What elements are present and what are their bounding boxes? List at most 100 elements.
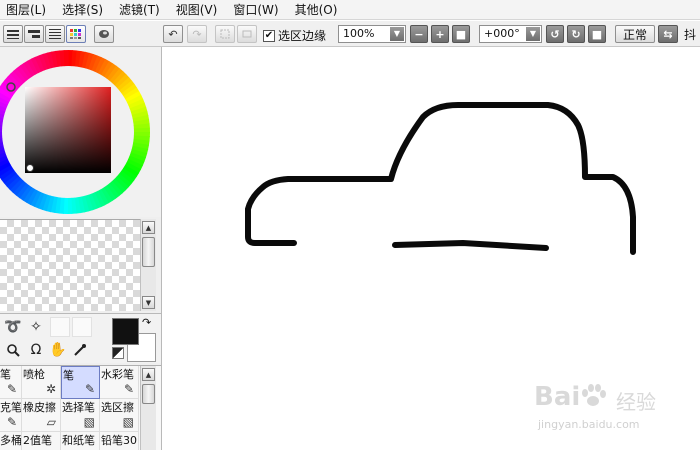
- list-icon: [28, 30, 40, 38]
- brush-tool[interactable]: 克笔 ✎: [0, 399, 22, 432]
- checkbox[interactable]: ✔: [263, 29, 275, 42]
- rotate-left-button[interactable]: ↺: [546, 25, 564, 43]
- menu-view[interactable]: 视图(V): [170, 0, 228, 20]
- brush-label: 铅笔30: [101, 434, 137, 447]
- rotate-icon[interactable]: Ω: [25, 339, 47, 361]
- color-wheel[interactable]: [0, 47, 162, 217]
- reset-colors-icon[interactable]: [112, 347, 124, 359]
- layer-scrollbar[interactable]: ▲ ▼: [140, 219, 156, 311]
- hand-icon[interactable]: ✋: [47, 339, 69, 361]
- paw-icon: [582, 384, 607, 406]
- brush-label: 选区擦: [101, 401, 134, 414]
- watermark-url: jingyan.baidu.com: [538, 418, 640, 431]
- watermark: Bai 经验 jingyan.baidu.com: [534, 372, 694, 442]
- flip-button[interactable]: ⇆: [658, 25, 678, 43]
- brush-tool[interactable]: 笔 ✎: [0, 366, 22, 399]
- brush-label: 克笔: [0, 401, 22, 414]
- brush-tool[interactable]: 多桶◢: [0, 432, 22, 450]
- empty-tool-slot: [72, 317, 92, 337]
- color-cursor[interactable]: [26, 164, 34, 172]
- view-mode-1-button[interactable]: [3, 25, 23, 43]
- redo-button[interactable]: ↷: [187, 25, 207, 43]
- car-body-stroke: [245, 102, 636, 255]
- brush-tool[interactable]: 喷枪 ✲: [22, 366, 61, 399]
- car-bottom-stroke: [392, 239, 549, 251]
- zoom-out-button[interactable]: −: [410, 25, 428, 43]
- brush-icon: ✎: [6, 382, 17, 396]
- zoom-select[interactable]: 100% ▼: [338, 25, 406, 43]
- rotate-reset-button[interactable]: ■: [588, 25, 606, 43]
- menu-layer[interactable]: 图层(L): [0, 0, 56, 20]
- brush-tool[interactable]: 橡皮擦 ▱: [22, 399, 61, 432]
- brush-icon: ▧: [83, 415, 95, 429]
- show-selection-edge-label: 选区边缘: [278, 29, 327, 43]
- rotation-select[interactable]: +000° ▼: [479, 25, 542, 43]
- brush-tool[interactable]: 铅笔30✎: [100, 432, 139, 450]
- blend-mode-button[interactable]: 正常: [615, 25, 655, 43]
- scroll-thumb[interactable]: [142, 237, 155, 267]
- invert-selection-icon: [242, 30, 252, 38]
- invert-selection-button[interactable]: [237, 25, 257, 43]
- deselect-icon: [220, 29, 230, 39]
- view-mode-2-button[interactable]: [24, 25, 44, 43]
- brush-tool[interactable]: 和纸笔✎: [61, 432, 100, 450]
- watermark-text: 经验: [616, 390, 656, 414]
- swap-colors-icon[interactable]: ↷: [142, 316, 151, 329]
- brush-label: 橡皮擦: [23, 401, 56, 414]
- color-blob-icon: [99, 30, 109, 38]
- brush-label: 笔: [63, 369, 74, 382]
- brush-label: 水彩笔: [101, 368, 134, 381]
- left-panel: ▲ ▼ ➰ ✧ Ω ✋ ↷ 笔 ✎ 喷枪 ✲ 笔 ✎ 水彩笔 ✎ 克笔 ✎ 橡皮擦 ▱ 选择笔 ▧ 选区擦 ▧…: [0, 47, 162, 450]
- eyedropper-icon[interactable]: [69, 339, 91, 361]
- view-mode-scratch-button[interactable]: [94, 25, 114, 43]
- undo-button[interactable]: ↶: [163, 25, 183, 43]
- brush-icon: ✎: [123, 382, 134, 396]
- brush-tool[interactable]: 选区擦 ▧: [100, 399, 139, 432]
- empty-tool-slot: [50, 317, 70, 337]
- layer-preview-area[interactable]: [0, 219, 140, 311]
- toolbar: ↶ ↷ ✔ 选区边缘 100% ▼ − + ■ +000° ▼ ↺ ↻ ■ 正常…: [0, 21, 700, 47]
- brush-icon: ▧: [122, 415, 134, 429]
- lasso-icon[interactable]: ➰: [2, 316, 24, 338]
- menu-other[interactable]: 其他(O): [289, 0, 348, 20]
- brush-tool[interactable]: 2值笔✎: [22, 432, 61, 450]
- zoom-value: 100%: [343, 27, 375, 40]
- brush-label: 笔: [0, 368, 11, 381]
- chevron-down-icon: ▼: [526, 27, 540, 41]
- rotate-right-button[interactable]: ↻: [567, 25, 585, 43]
- brush-tool[interactable]: 选择笔 ▧: [61, 399, 100, 432]
- show-selection-edge-toggle[interactable]: ✔ 选区边缘: [263, 27, 326, 44]
- zoom-reset-button[interactable]: ■: [452, 25, 470, 43]
- zoom-in-button[interactable]: +: [431, 25, 449, 43]
- brush-scrollbar[interactable]: ▲: [140, 366, 156, 450]
- view-mode-palette-button[interactable]: [66, 25, 86, 43]
- scroll-down-icon[interactable]: ▼: [142, 296, 155, 309]
- brush-icon: ✲: [45, 382, 56, 396]
- scroll-up-icon[interactable]: ▲: [142, 368, 155, 381]
- brush-label: 选择笔: [62, 401, 95, 414]
- color-picker: [0, 47, 162, 217]
- zoom-icon[interactable]: [2, 339, 24, 361]
- scroll-thumb[interactable]: [142, 384, 155, 404]
- brush-label: 和纸笔: [62, 434, 95, 447]
- brush-tool[interactable]: 水彩笔 ✎: [100, 366, 139, 399]
- view-mode-3-button[interactable]: [45, 25, 65, 43]
- brush-label: 多桶: [0, 434, 22, 447]
- menu-window[interactable]: 窗口(W): [227, 0, 288, 20]
- palette-grid-icon: [70, 29, 81, 39]
- chevron-down-icon: ▼: [390, 27, 404, 41]
- menu-filter[interactable]: 滤镜(T): [113, 0, 170, 20]
- brush-label: 喷枪: [23, 368, 45, 381]
- brush-icon: ✎: [6, 415, 17, 429]
- list-icon: [7, 30, 19, 39]
- list-icon: [49, 29, 61, 39]
- menu-select[interactable]: 选择(S): [56, 0, 113, 20]
- stabilizer-label: 抖: [684, 28, 697, 42]
- menu-bar: 图层(L) 选择(S) 滤镜(T) 视图(V) 窗口(W) 其他(O): [0, 0, 700, 20]
- deselect-button[interactable]: [215, 25, 235, 43]
- brush-icon: ▱: [46, 415, 56, 429]
- foreground-color-swatch[interactable]: [112, 318, 139, 345]
- magic-wand-icon[interactable]: ✧: [25, 316, 47, 338]
- scroll-up-icon[interactable]: ▲: [142, 221, 155, 234]
- brush-tool[interactable]: 笔 ✎: [61, 366, 100, 399]
